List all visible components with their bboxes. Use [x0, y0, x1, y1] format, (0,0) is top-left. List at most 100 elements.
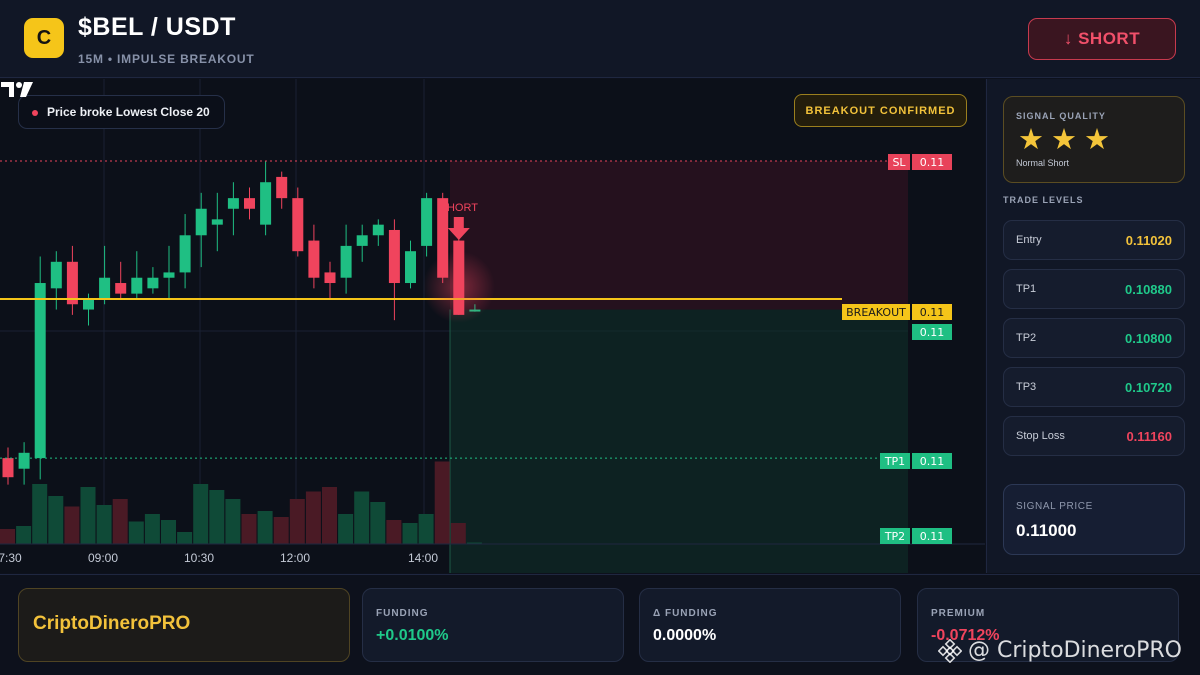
candle-body — [340, 245, 352, 278]
signal-panel: SIGNAL QUALITY ★ ★ ★ Normal Short TRADE … — [986, 79, 1200, 573]
level-value: 0.10880 — [1125, 282, 1172, 297]
quality-type: Normal Short — [1016, 158, 1070, 168]
level-row-stop-loss: Stop Loss 0.11160 — [1003, 416, 1185, 456]
volume-bar — [370, 502, 386, 544]
volume-bar — [386, 520, 402, 544]
candle-body — [292, 198, 304, 252]
volume-bar — [193, 484, 209, 544]
candle-body — [421, 198, 433, 246]
quality-label: SIGNAL QUALITY — [1016, 111, 1106, 121]
time-tick-label: 10:30 — [184, 551, 214, 565]
level-label: TP1 — [1016, 283, 1037, 295]
candle-body — [211, 219, 223, 225]
level-label: Entry — [1016, 234, 1042, 246]
candle-body — [324, 272, 336, 284]
level-row-tp1: TP1 0.10880 — [1003, 269, 1185, 309]
star-icon: ★ — [1018, 124, 1044, 156]
stat-label: PREMIUM — [931, 608, 986, 619]
volume-bar — [225, 499, 241, 544]
candle-body — [18, 452, 30, 469]
watermark-text: @ CriptoDineroPRO — [968, 638, 1182, 663]
signal-glow — [422, 251, 495, 323]
pair-title: $BEL / USDT — [78, 13, 236, 41]
volume-bar — [289, 499, 305, 544]
level-label: TP2 — [1016, 332, 1037, 344]
tp2-tag-label: TP2 — [880, 528, 910, 544]
volume-bar — [338, 514, 354, 544]
volume-bar — [257, 511, 273, 544]
star-icon: ★ — [1084, 124, 1110, 156]
volume-bar — [434, 461, 450, 544]
risk-zone — [450, 161, 908, 310]
candle-body — [356, 235, 368, 246]
candle-body — [372, 224, 384, 236]
candle-body — [195, 208, 207, 236]
time-tick-label: 12:00 — [280, 551, 310, 565]
price-chart[interactable]: SHORT 7:30 09:00 10:30 12:00 14:00 Price bro… — [0, 79, 985, 573]
footer: CriptoDineroPRO FUNDING +0.0100% Δ FUNDI… — [0, 574, 1200, 675]
candle-body — [308, 240, 320, 278]
candle-body — [227, 198, 239, 209]
trade-levels-title: TRADE LEVELS — [1003, 195, 1084, 205]
signal-price-card: SIGNAL PRICE 0.11000 — [1003, 484, 1185, 555]
stat-label: FUNDING — [376, 608, 429, 619]
volume-bar — [273, 517, 289, 544]
short-button[interactable]: ↓ SHORT — [1028, 18, 1176, 60]
candle-body — [2, 458, 14, 478]
candle-body — [276, 176, 288, 199]
volume-bar — [322, 487, 337, 544]
candle-body — [147, 277, 159, 289]
sl-tag-value: 0.11 — [912, 154, 952, 170]
signal-price-value: 0.11000 — [1016, 521, 1077, 540]
level-label: Stop Loss — [1016, 430, 1065, 442]
short-marker-label: SHORT — [440, 202, 479, 214]
level-label: TP3 — [1016, 381, 1037, 393]
volume-bar — [305, 491, 321, 544]
stat-value: +0.0100% — [376, 627, 449, 644]
signal-quality-card: SIGNAL QUALITY ★ ★ ★ Normal Short — [1003, 96, 1185, 183]
tp1-tag-label: TP1 — [880, 453, 910, 469]
volume-bar — [80, 487, 96, 544]
candle-body — [405, 251, 416, 284]
timeframe-subtitle: 15M • IMPULSE BREAKOUT — [78, 52, 255, 66]
tradingview-logo-icon — [1, 82, 33, 97]
volume-bar — [161, 520, 176, 544]
volume-bar — [418, 514, 434, 544]
volume-bar — [354, 491, 370, 544]
breakout-note: Price broke Lowest Close 20 — [18, 95, 225, 129]
level-row-tp3: TP3 0.10720 — [1003, 367, 1185, 407]
candle-body — [244, 198, 255, 209]
tp1-tag-value: 0.11 — [912, 453, 952, 469]
breakout-tag-value: 0.11 — [912, 304, 952, 320]
volume-bar — [241, 514, 257, 544]
reward-zone — [450, 309, 908, 573]
volume-bar — [209, 490, 225, 544]
brand-name: CriptoDineroPRO — [33, 613, 191, 634]
binance-logo-icon — [938, 638, 962, 663]
signal-price-label: SIGNAL PRICE — [1016, 501, 1093, 512]
level-value: 0.10800 — [1125, 331, 1172, 346]
volume-bar — [32, 484, 48, 544]
breakout-tag-label: BREAKOUT — [842, 304, 910, 320]
header: C $BEL / USDT 15M • IMPULSE BREAKOUT ↓ S… — [0, 0, 1200, 78]
level-row-entry: Entry 0.11020 — [1003, 220, 1185, 260]
volume-bar — [128, 521, 144, 544]
delta-funding-card: Δ FUNDING 0.0000% — [639, 588, 901, 662]
candle-body — [50, 261, 62, 289]
rating-stars: ★ ★ ★ — [1018, 125, 1110, 155]
volume-bar — [16, 526, 32, 544]
candle-body — [99, 277, 111, 299]
note-text: Price broke Lowest Close 20 — [47, 105, 210, 119]
volume-bar — [177, 532, 193, 544]
candle-body — [34, 283, 46, 459]
volume-bar — [64, 506, 80, 544]
candle-body — [163, 272, 175, 278]
candle-body — [388, 229, 400, 284]
breakout-confirmed-badge: BREAKOUT CONFIRMED — [794, 94, 967, 127]
level-value: 0.11160 — [1126, 429, 1172, 444]
chart-canvas: SHORT 7:30 09:00 10:30 12:00 14:00 — [0, 79, 985, 573]
candle-body — [260, 182, 272, 225]
candle-body — [66, 261, 78, 305]
time-tick-label: 14:00 — [408, 551, 438, 565]
volume-bar — [450, 523, 466, 544]
